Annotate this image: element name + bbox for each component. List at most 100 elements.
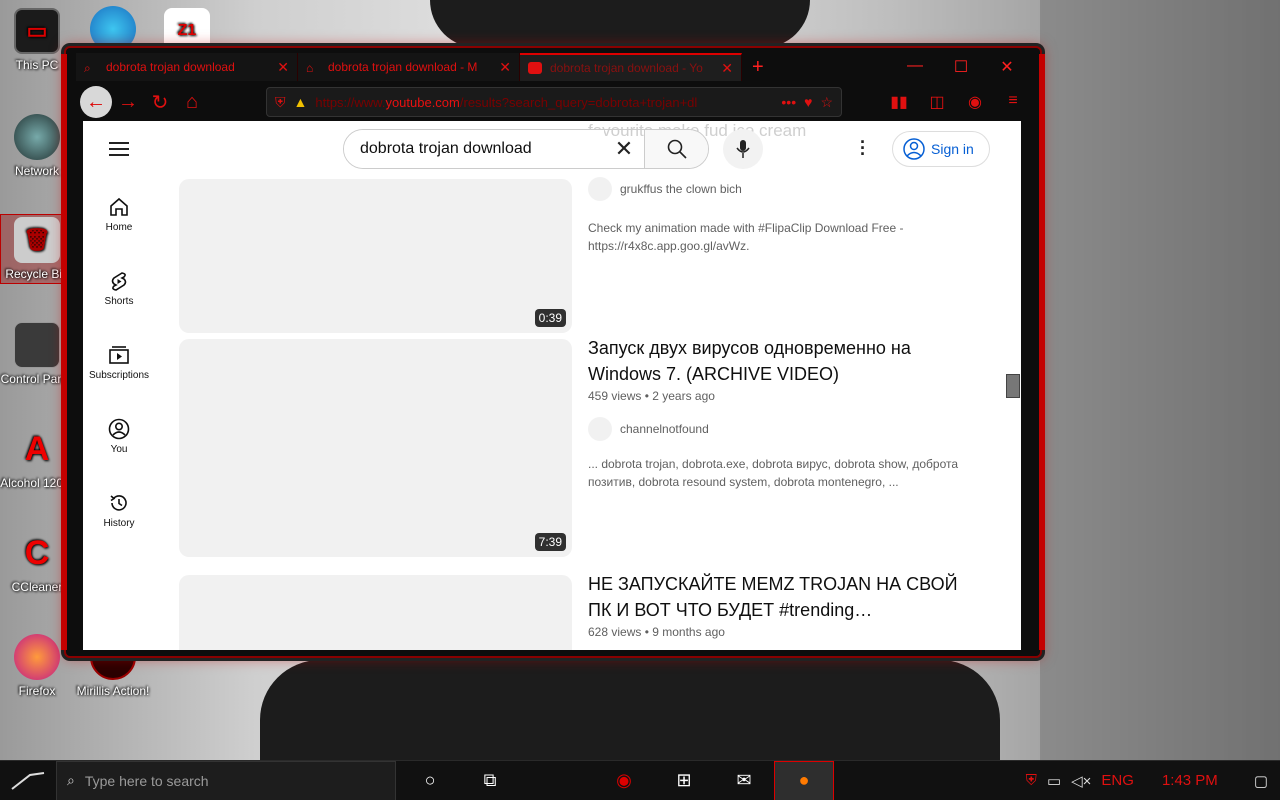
taskbar-armoury-icon[interactable]: ◉ [594,761,654,800]
guide-item-shorts[interactable]: Shorts [83,251,155,325]
video-thumbnail[interactable]: 0:39 [179,179,572,333]
guide-item-you[interactable]: You [83,399,155,473]
home-icon [110,197,128,216]
back-button[interactable]: ← [80,86,112,118]
control-panel-icon [14,322,60,368]
browser-window: ⌕ dobrota trojan download ✕ ⌂ dobrota tr… [61,46,1045,658]
clock[interactable]: 1:43 PM [1162,772,1218,789]
taskbar-store-icon[interactable]: ⊞ [654,761,714,800]
channel-row[interactable]: grukffus the clown bich [588,177,960,201]
shorts-icon [111,271,127,291]
video-thumbnail[interactable] [179,575,572,650]
wallpaper-figure-body [260,660,1000,760]
close-tab-icon[interactable]: ✕ [277,59,289,76]
url-bar[interactable]: ⛨ ▲ https://www.youtube.com/results?sear… [266,87,842,117]
wallpaper-figure-head [430,0,810,48]
account-icon [108,418,130,439]
desktop-icon-label: Recycle Bin [5,267,69,281]
guide-item-label: You [110,443,128,455]
youtube-page: favourite make fud ice cream ✕ ··· Sign … [83,121,1021,650]
cortana-button[interactable]: ○ [400,761,460,800]
page-actions-icon[interactable]: ••• [781,94,796,110]
video-info: НЕ ЗАПУСКАЙТЕ MEMZ TROJAN НА СВОЙ ПК И В… [588,571,960,639]
sidebar-icon[interactable]: ◫ [920,92,954,112]
language-indicator[interactable]: ENG [1101,772,1134,789]
video-duration: 0:39 [534,309,566,327]
toolbar-right: ▮▮ ◫ ◉ ≡ [882,92,1030,112]
account-toolbar-icon[interactable]: ◉ [958,92,992,112]
search-button[interactable] [644,130,708,168]
task-view-button[interactable]: ⧉ [460,761,520,800]
volume-muted-icon[interactable]: ◁× [1071,772,1091,790]
clear-search-icon[interactable]: ✕ [604,130,644,168]
shield-tray-icon[interactable]: ⛨ [1026,772,1037,789]
window-controls: — ☐ ✕ [892,57,1030,77]
taskbar-mail-icon[interactable]: ✉ [714,761,774,800]
youtube-icon [528,62,542,74]
hamburger-menu-icon[interactable] [109,142,129,156]
close-tab-icon[interactable]: ✕ [499,59,511,76]
guide-item-history[interactable]: History [83,473,155,547]
youtube-masthead: ✕ ··· Sign in [83,121,1021,177]
video-title[interactable]: НЕ ЗАПУСКАЙТЕ MEMZ TROJAN НА СВОЙ ПК И В… [588,571,960,623]
page-scrollbar-thumb[interactable] [1006,374,1020,398]
video-meta: 459 views • 2 years ago [588,389,715,403]
search-input[interactable] [344,130,604,168]
ccleaner-icon: C [24,534,50,572]
new-tab-button[interactable]: + [752,56,764,79]
desktop-icon-label: Mirillis Action! [76,684,150,698]
guide-item-label: Subscriptions [88,369,150,381]
notifications-icon[interactable]: ▢ [1254,772,1268,790]
close-window-button[interactable]: ✕ [984,57,1030,77]
url-text: https://www.youtube.com/results?search_q… [315,95,773,110]
guide-item-home[interactable]: Home [83,177,155,251]
channel-avatar [588,417,612,441]
close-tab-icon[interactable]: ✕ [721,60,733,77]
video-description: ... dobrota trojan, dobrota.exe, dobrota… [588,457,959,489]
reload-button[interactable]: ↻ [144,86,176,118]
shield-icon: ⛨ [275,93,286,110]
maximize-button[interactable]: ☐ [938,57,984,77]
network-tray-icon[interactable]: ▭ [1047,772,1061,790]
taskbar-search-placeholder: Type here to search [84,772,209,789]
channel-row[interactable]: channelnotfound [588,417,960,441]
tab-youtube[interactable]: dobrota trojan download - Yo ✕ [520,53,742,81]
forward-button[interactable]: → [112,86,144,118]
start-button[interactable] [0,761,56,800]
pocket-icon[interactable]: ♥ [804,94,812,110]
search-icon: ⌕ [67,772,75,788]
search-box: ✕ [343,129,709,169]
guide-item-label: Shorts [104,295,134,307]
sign-in-label: Sign in [931,141,974,157]
tab-title: dobrota trojan download [106,60,235,74]
taskbar-search[interactable]: ⌕ Type here to search [56,760,396,800]
tab-store[interactable]: ⌂ dobrota trojan download - M ✕ [298,53,520,81]
menu-icon[interactable]: ≡ [996,92,1030,112]
channel-name: channelnotfound [620,422,709,436]
desktop-icon-label: This PC [15,58,59,72]
system-tray: ⛨ ▭ ◁× ENG 1:43 PM ▢ [1026,772,1280,790]
taskbar-firefox-icon[interactable]: ● [774,760,834,800]
search-icon [667,139,687,159]
sign-in-button[interactable]: Sign in [892,131,990,167]
tab-search[interactable]: ⌕ dobrota trojan download ✕ [76,53,298,81]
mini-guide: Home Shorts Subscriptions You History [83,177,155,547]
channel-avatar [588,177,612,201]
tab-title: dobrota trojan download - Yo [550,61,703,75]
home-button[interactable]: ⌂ [176,86,208,118]
voice-search-button[interactable] [723,129,763,169]
tab-title: dobrota trojan download - M [328,60,478,74]
bookmark-star-icon[interactable]: ☆ [820,94,833,111]
video-info: Запуск двух вирусов одновременно на Wind… [588,335,960,491]
video-duration: 7:39 [534,533,566,551]
video-title[interactable]: Запуск двух вирусов одновременно на Wind… [588,335,960,387]
video-thumbnail[interactable]: 7:39 [179,339,572,557]
settings-menu-icon[interactable]: · · · [853,133,873,163]
minimize-button[interactable]: — [892,57,938,77]
search-icon: ⌕ [84,61,91,75]
guide-item-subscriptions[interactable]: Subscriptions [83,325,155,399]
alcohol-icon: A [24,430,50,468]
library-icon[interactable]: ▮▮ [882,92,916,112]
wallpaper-shade [1040,0,1280,760]
history-icon [110,494,127,511]
